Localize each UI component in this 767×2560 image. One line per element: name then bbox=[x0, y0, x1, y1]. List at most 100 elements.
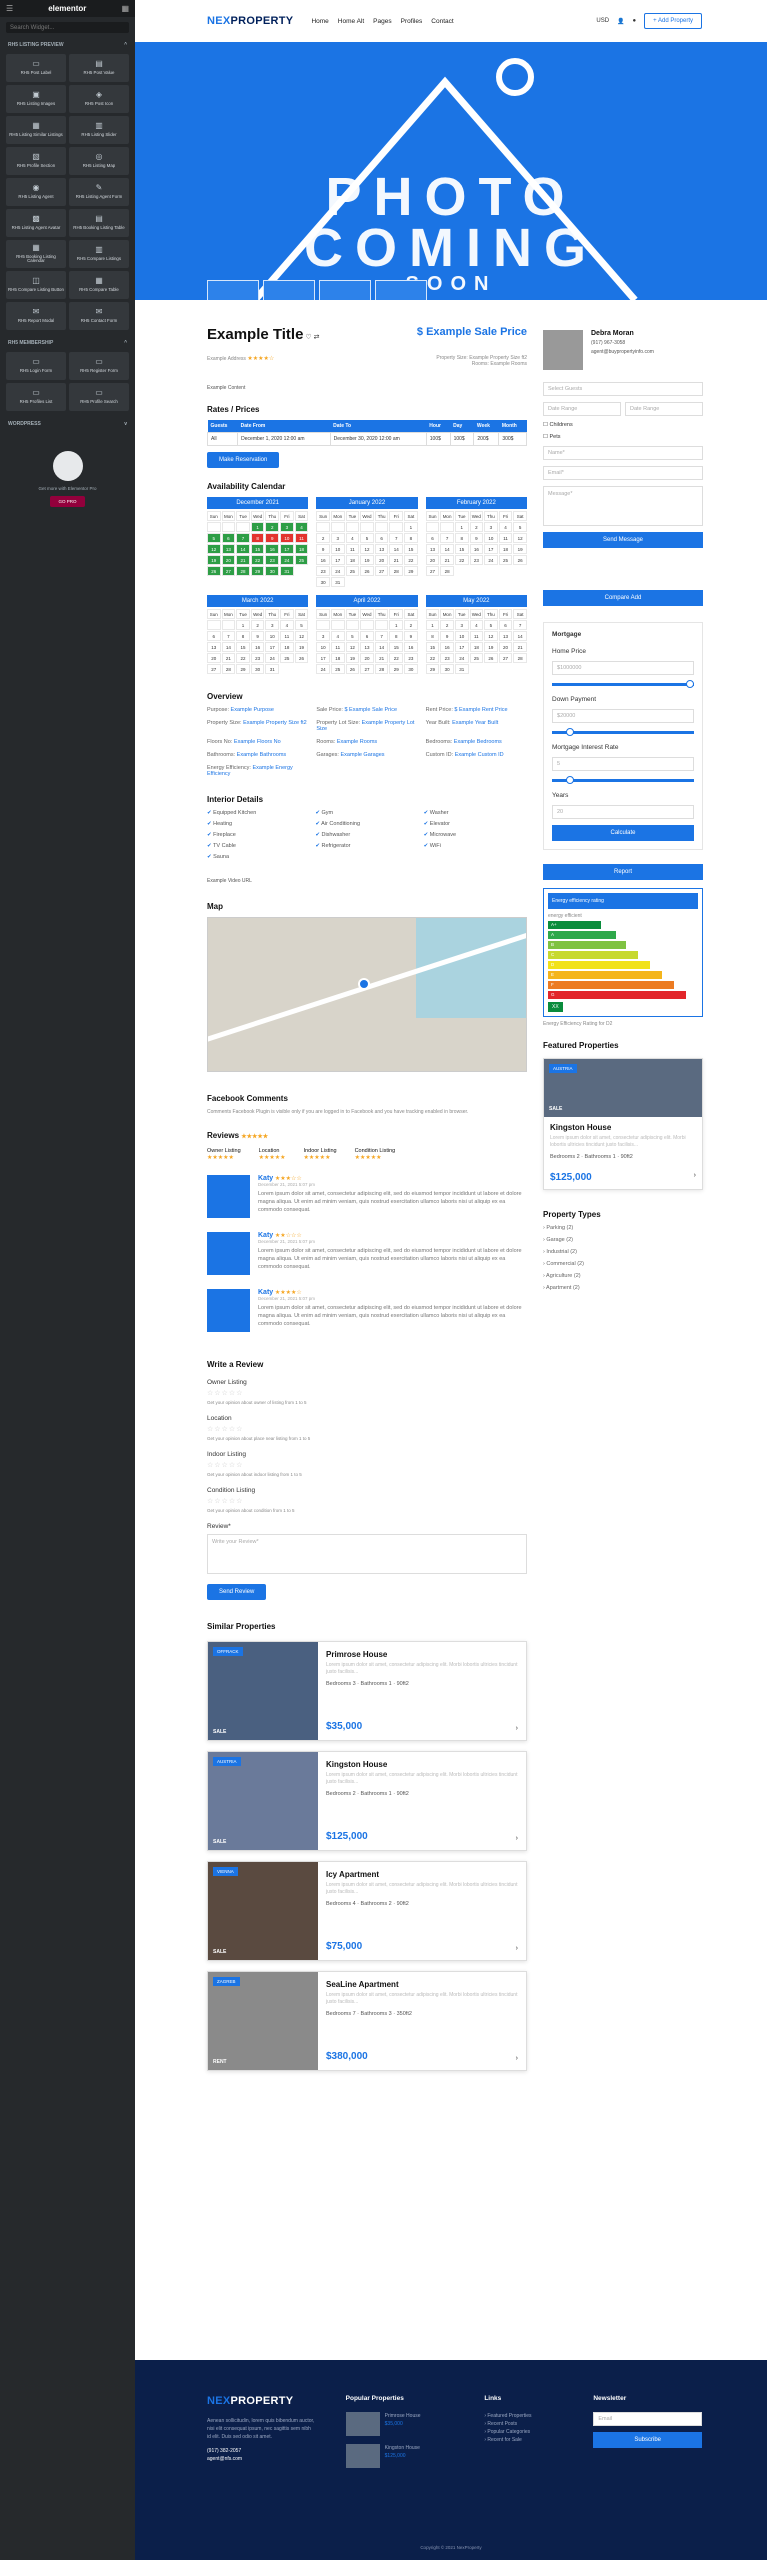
calendar-day[interactable]: 18 bbox=[345, 555, 360, 565]
calendar-day[interactable]: 26 bbox=[294, 653, 309, 663]
nav-item-profiles[interactable]: Profiles bbox=[401, 18, 423, 25]
calendar-day[interactable]: 8 bbox=[389, 631, 404, 641]
calendar-day[interactable]: 20 bbox=[498, 642, 513, 652]
calendar-day[interactable]: 16 bbox=[440, 642, 454, 652]
editor-widget[interactable]: ▭ RH5 Login Form bbox=[6, 352, 66, 380]
calendar-day[interactable]: 30 bbox=[265, 566, 280, 576]
calendar-day[interactable]: 27 bbox=[360, 664, 374, 674]
calendar-day[interactable]: 29 bbox=[389, 664, 404, 674]
heart-icon[interactable]: ♡ bbox=[305, 334, 311, 341]
property-map[interactable] bbox=[207, 917, 527, 1072]
go-pro-button[interactable]: GO PRO bbox=[50, 496, 85, 507]
nav-item-pages[interactable]: Pages bbox=[373, 18, 391, 25]
calendar-day[interactable]: 29 bbox=[236, 664, 250, 674]
arrow-right-icon[interactable]: › bbox=[694, 1172, 696, 1183]
calculate-button[interactable]: Calculate bbox=[552, 825, 694, 841]
editor-widget[interactable]: ◉ RH5 Listing Agent bbox=[6, 178, 66, 206]
calendar-day[interactable]: 22 bbox=[425, 653, 440, 663]
calendar-day[interactable]: 19 bbox=[360, 555, 374, 565]
footer-email[interactable]: agent@nfs.com bbox=[207, 2455, 316, 2463]
calendar-day[interactable]: 13 bbox=[207, 642, 221, 652]
calendar-day[interactable]: 6 bbox=[425, 533, 440, 543]
calendar-day[interactable]: 19 bbox=[484, 642, 498, 652]
calendar-day[interactable]: 7 bbox=[440, 533, 454, 543]
calendar-day[interactable]: 21 bbox=[440, 555, 454, 565]
calendar-day[interactable]: 23 bbox=[265, 555, 280, 565]
arrow-right-icon[interactable]: › bbox=[516, 1835, 518, 1842]
calendar-day[interactable]: 3 bbox=[330, 533, 345, 543]
calendar-day[interactable]: 24 bbox=[484, 555, 498, 565]
editor-widget[interactable]: ◫ RH5 Compare Listing Button bbox=[6, 271, 66, 299]
calendar-day[interactable]: 12 bbox=[360, 544, 374, 554]
interest-rate-slider[interactable] bbox=[552, 776, 694, 784]
calendar-day[interactable]: 9 bbox=[250, 631, 265, 641]
calendar-day[interactable]: 28 bbox=[440, 566, 454, 576]
calendar-day[interactable]: 29 bbox=[425, 664, 440, 674]
calendar-day[interactable]: 6 bbox=[207, 631, 221, 641]
calendar-day[interactable]: 14 bbox=[221, 642, 236, 652]
grid-icon[interactable]: ▦ bbox=[121, 4, 129, 13]
calendar-day[interactable]: 15 bbox=[404, 544, 418, 554]
gallery-thumb[interactable] bbox=[207, 280, 259, 300]
calendar-day[interactable]: 27 bbox=[425, 566, 440, 576]
currency-select[interactable]: USD bbox=[596, 18, 609, 24]
calendar-day[interactable]: 15 bbox=[236, 642, 250, 652]
compare-icon[interactable]: ⇄ bbox=[314, 334, 320, 341]
property-type-link[interactable]: › Commercial (2) bbox=[543, 1261, 703, 1267]
make-reservation-button[interactable]: Make Reservation bbox=[207, 452, 280, 468]
calendar-day[interactable]: 16 bbox=[316, 555, 330, 565]
calendar-day[interactable]: 31 bbox=[454, 664, 469, 674]
similar-title[interactable]: Primrose House bbox=[326, 1650, 518, 1659]
calendar-day[interactable]: 25 bbox=[345, 566, 360, 576]
nav-item-home[interactable]: Home bbox=[311, 18, 328, 25]
calendar-day[interactable]: 22 bbox=[389, 653, 404, 663]
calendar-day[interactable]: 18 bbox=[294, 544, 309, 554]
calendar-day[interactable]: 22 bbox=[404, 555, 418, 565]
send-message-button[interactable]: Send Message bbox=[543, 532, 703, 548]
property-type-link[interactable]: › Parking (2) bbox=[543, 1225, 703, 1231]
calendar-day[interactable]: 9 bbox=[404, 631, 418, 641]
calendar-day[interactable]: 3 bbox=[454, 620, 469, 630]
property-type-link[interactable]: › Industrial (2) bbox=[543, 1249, 703, 1255]
calendar-day[interactable]: 14 bbox=[374, 642, 389, 652]
footer-link[interactable]: › Recent for Sale bbox=[484, 2436, 563, 2444]
calendar-day[interactable]: 2 bbox=[469, 522, 484, 532]
calendar-day[interactable]: 24 bbox=[316, 664, 330, 674]
arrow-right-icon[interactable]: › bbox=[516, 1725, 518, 1732]
editor-widget[interactable]: ▭ RH5 Profile Search bbox=[69, 383, 129, 411]
calendar-day[interactable]: 15 bbox=[425, 642, 440, 652]
calendar-day[interactable]: 31 bbox=[280, 566, 294, 576]
calendar-day[interactable]: 17 bbox=[316, 653, 330, 663]
editor-widget[interactable]: ▦ RH5 Booking Listing Calendar bbox=[6, 240, 66, 268]
calendar-day[interactable]: 10 bbox=[454, 631, 469, 641]
calendar-day[interactable]: 21 bbox=[513, 642, 527, 652]
editor-widget[interactable]: ▩ RH5 Listing Agent Avatar bbox=[6, 209, 66, 237]
calendar-day[interactable]: 2 bbox=[404, 620, 418, 630]
calendar-day[interactable]: 25 bbox=[294, 555, 309, 565]
calendar-day[interactable]: 23 bbox=[250, 653, 265, 663]
calendar-day[interactable]: 7 bbox=[221, 631, 236, 641]
footer-link[interactable]: › Recent Posts bbox=[484, 2420, 563, 2428]
calendar-day[interactable]: 11 bbox=[345, 544, 360, 554]
editor-widget[interactable]: ✉ RH5 Contact Form bbox=[69, 302, 129, 330]
calendar-day[interactable]: 5 bbox=[484, 620, 498, 630]
calendar-day[interactable]: 18 bbox=[280, 642, 294, 652]
calendar-day[interactable]: 17 bbox=[330, 555, 345, 565]
calendar-day[interactable]: 17 bbox=[454, 642, 469, 652]
site-logo[interactable]: NEXPROPERTY bbox=[207, 15, 293, 27]
calendar-day[interactable]: 2 bbox=[316, 533, 330, 543]
down-payment-slider[interactable] bbox=[552, 728, 694, 736]
calendar-day[interactable]: 30 bbox=[250, 664, 265, 674]
calendar-day[interactable]: 2 bbox=[440, 620, 454, 630]
editor-widget[interactable]: ▭ RH5 Register Form bbox=[69, 352, 129, 380]
send-review-button[interactable]: Send Review bbox=[207, 1583, 267, 1600]
editor-widget[interactable]: ▦ RH5 Compare Table bbox=[69, 271, 129, 299]
calendar-day[interactable]: 12 bbox=[345, 642, 360, 652]
calendar-day[interactable]: 18 bbox=[469, 642, 484, 652]
calendar-day[interactable]: 23 bbox=[440, 653, 454, 663]
calendar-day[interactable]: 17 bbox=[280, 544, 294, 554]
calendar-day[interactable]: 14 bbox=[440, 544, 454, 554]
editor-widget[interactable]: ▦ RH5 Listing Similar Listings bbox=[6, 116, 66, 144]
nav-item-home-alt[interactable]: Home Alt bbox=[338, 18, 364, 25]
calendar-day[interactable]: 13 bbox=[221, 544, 236, 554]
